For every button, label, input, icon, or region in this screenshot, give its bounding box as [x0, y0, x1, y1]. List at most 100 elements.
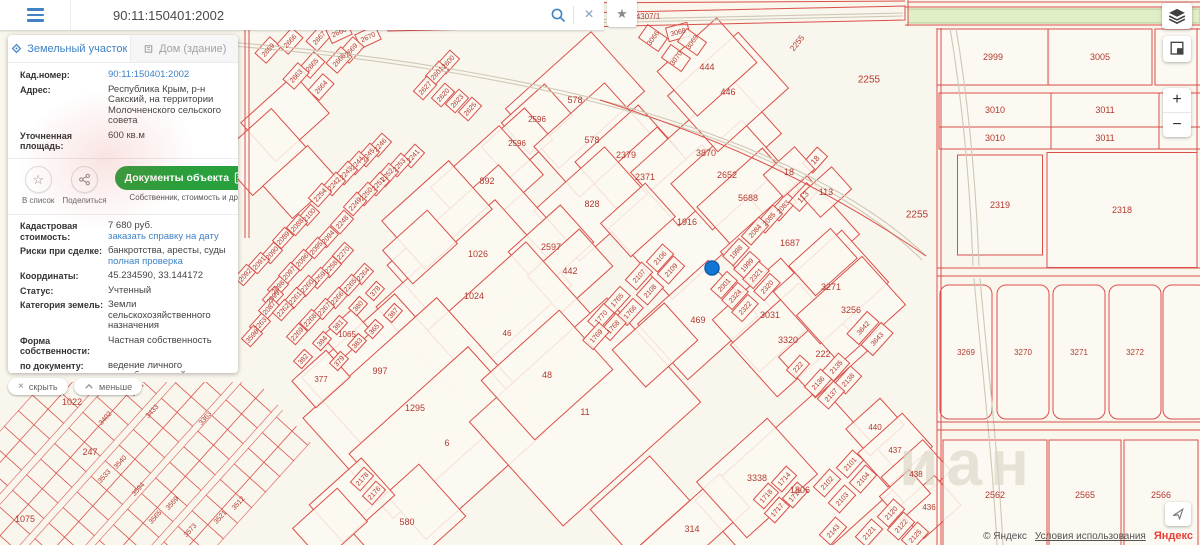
copyright-text: © Яндекс: [983, 531, 1027, 542]
kad-label: Кад.номер:: [20, 70, 70, 80]
category-value: Земли сельскохозяйственного назначения: [108, 299, 211, 331]
parcel-label: 3269: [957, 348, 975, 357]
parcel-label: 48: [542, 370, 552, 380]
tab-building-label: Дом (здание): [159, 42, 227, 55]
zoom-controls: + −: [1163, 88, 1191, 137]
parcel-label: 5688: [738, 193, 758, 203]
parcel-label: 377: [314, 375, 328, 384]
parcel-label: 222: [815, 349, 830, 359]
building-icon: [144, 45, 153, 53]
parcel-label: 3011: [1095, 133, 1114, 143]
share-icon: [79, 173, 90, 185]
yandex-logo: Яндекс: [1153, 530, 1193, 542]
parcel-label: 3870: [696, 148, 716, 158]
kad-number-link[interactable]: 90:11:150401:2002: [108, 69, 189, 81]
highway-strip: [907, 8, 1200, 24]
tab-parcel[interactable]: Земельный участок: [8, 35, 130, 62]
parcel-label: 1024: [464, 291, 484, 301]
parcel-label: 1026: [468, 249, 488, 259]
parcel-label: 2596: [508, 139, 526, 148]
parcel-label: 2597: [541, 242, 561, 252]
terms-link[interactable]: Условия использования: [1035, 531, 1146, 542]
parcel-label: 11: [580, 407, 589, 417]
share-label: Поделиться: [62, 195, 107, 205]
full-check-link[interactable]: полная проверка: [108, 256, 183, 268]
parcel-label: 46: [503, 329, 512, 338]
parcel-label: 440: [868, 423, 882, 432]
parcel-label: 3338: [747, 473, 767, 483]
parcel-label: 442: [562, 266, 577, 276]
parcel-label: 446: [720, 87, 735, 97]
parcel-label: 578: [567, 95, 582, 105]
parcel-label: 3272: [1126, 348, 1144, 357]
bookmark-tab[interactable]: ★: [607, 0, 637, 27]
hide-panel-button[interactable]: × скрыть: [8, 378, 68, 395]
add-to-list-button[interactable]: ☆ В список: [22, 165, 54, 207]
selected-parcel-marker: [704, 260, 720, 276]
map-watermark: иан: [899, 427, 1037, 499]
search-input[interactable]: [71, 0, 543, 30]
parcel-label: 2319: [990, 200, 1010, 210]
close-icon: ×: [18, 380, 24, 392]
parcel-label: 1075: [15, 514, 35, 524]
search-button[interactable]: [543, 0, 573, 30]
menu-button[interactable]: [0, 0, 71, 30]
parcel-label: 2565: [1075, 490, 1095, 500]
clear-search-button[interactable]: ×: [574, 0, 604, 30]
info-panel: Земельный участок Дом (здание) Кад.номер…: [8, 35, 238, 373]
parcel[interactable]: [1162, 284, 1200, 420]
object-documents-button[interactable]: Документы объекта: [114, 165, 238, 190]
parcel-label: 580: [399, 517, 414, 527]
tab-building[interactable]: Дом (здание): [130, 35, 238, 62]
parcel-label: 437: [888, 446, 902, 455]
panel-tabs: Земельный участок Дом (здание): [8, 35, 238, 63]
document-label: по документу:: [20, 360, 84, 371]
parcel-label: 3271: [1070, 348, 1088, 357]
parcel-label: 2566: [1151, 490, 1171, 500]
layers-icon: [1168, 8, 1186, 24]
layers-button[interactable]: [1162, 3, 1192, 29]
less-label: меньше: [99, 381, 133, 392]
parcel-label: 892: [479, 176, 494, 186]
zoom-in-button[interactable]: +: [1163, 88, 1191, 113]
parcel-label: 18: [784, 167, 794, 177]
parcel-label: 3011: [1095, 105, 1114, 115]
coords-value: 45.234590, 33.144172: [108, 270, 204, 281]
parcel-label: 3320: [778, 335, 798, 345]
cost-report-link[interactable]: заказать справку на дату: [108, 231, 219, 243]
parcel-label: 2255: [858, 75, 881, 86]
risks-value: банкротства, аресты, суды: [108, 245, 226, 256]
share-button[interactable]: Поделиться: [62, 165, 107, 207]
locate-button[interactable]: [1165, 502, 1191, 526]
zoom-out-button[interactable]: −: [1163, 113, 1191, 137]
ownership-label: Форма собственности:: [20, 335, 90, 357]
parcel-label: 444: [699, 62, 714, 72]
parcel-label: 2562: [985, 490, 1005, 500]
parcel-label: 578: [584, 135, 599, 145]
parcel-label: 3270: [1014, 348, 1032, 357]
measure-icon: [1170, 41, 1184, 55]
tab-parcel-label: Земельный участок: [27, 42, 128, 55]
star-outline-icon: ☆: [32, 171, 45, 187]
parcel-label: 3010: [985, 133, 1005, 143]
measure-tool-button[interactable]: [1163, 36, 1191, 62]
parcel-label: 436: [922, 503, 936, 512]
parcel-label: 113: [819, 187, 833, 197]
object-documents-label: Документы объекта: [124, 171, 230, 184]
collapse-panel-button[interactable]: меньше: [74, 378, 143, 395]
document-icon: [234, 171, 238, 184]
status-label: Статус:: [20, 285, 54, 296]
category-label: Категория земель:: [20, 300, 104, 310]
parcel-label: 2318: [1112, 205, 1132, 215]
area-value: 600 кв.м: [108, 129, 145, 141]
parcel-label: 438: [909, 470, 923, 479]
parcel-label: 3271: [821, 282, 841, 292]
parcel-label: 2379: [616, 150, 636, 160]
risks-label: Риски при сделке:: [20, 246, 102, 256]
chevron-up-icon: [85, 384, 93, 389]
parcel-label: 1295: [405, 403, 425, 413]
cadastral-map-app: иан 578 2596 2596 578 2379 2371 828 892 1026 1024 2…: [0, 0, 1200, 545]
parcel-label: 3031: [760, 310, 780, 320]
address-label: Адрес:: [20, 84, 51, 95]
hide-label: скрыть: [28, 381, 58, 392]
